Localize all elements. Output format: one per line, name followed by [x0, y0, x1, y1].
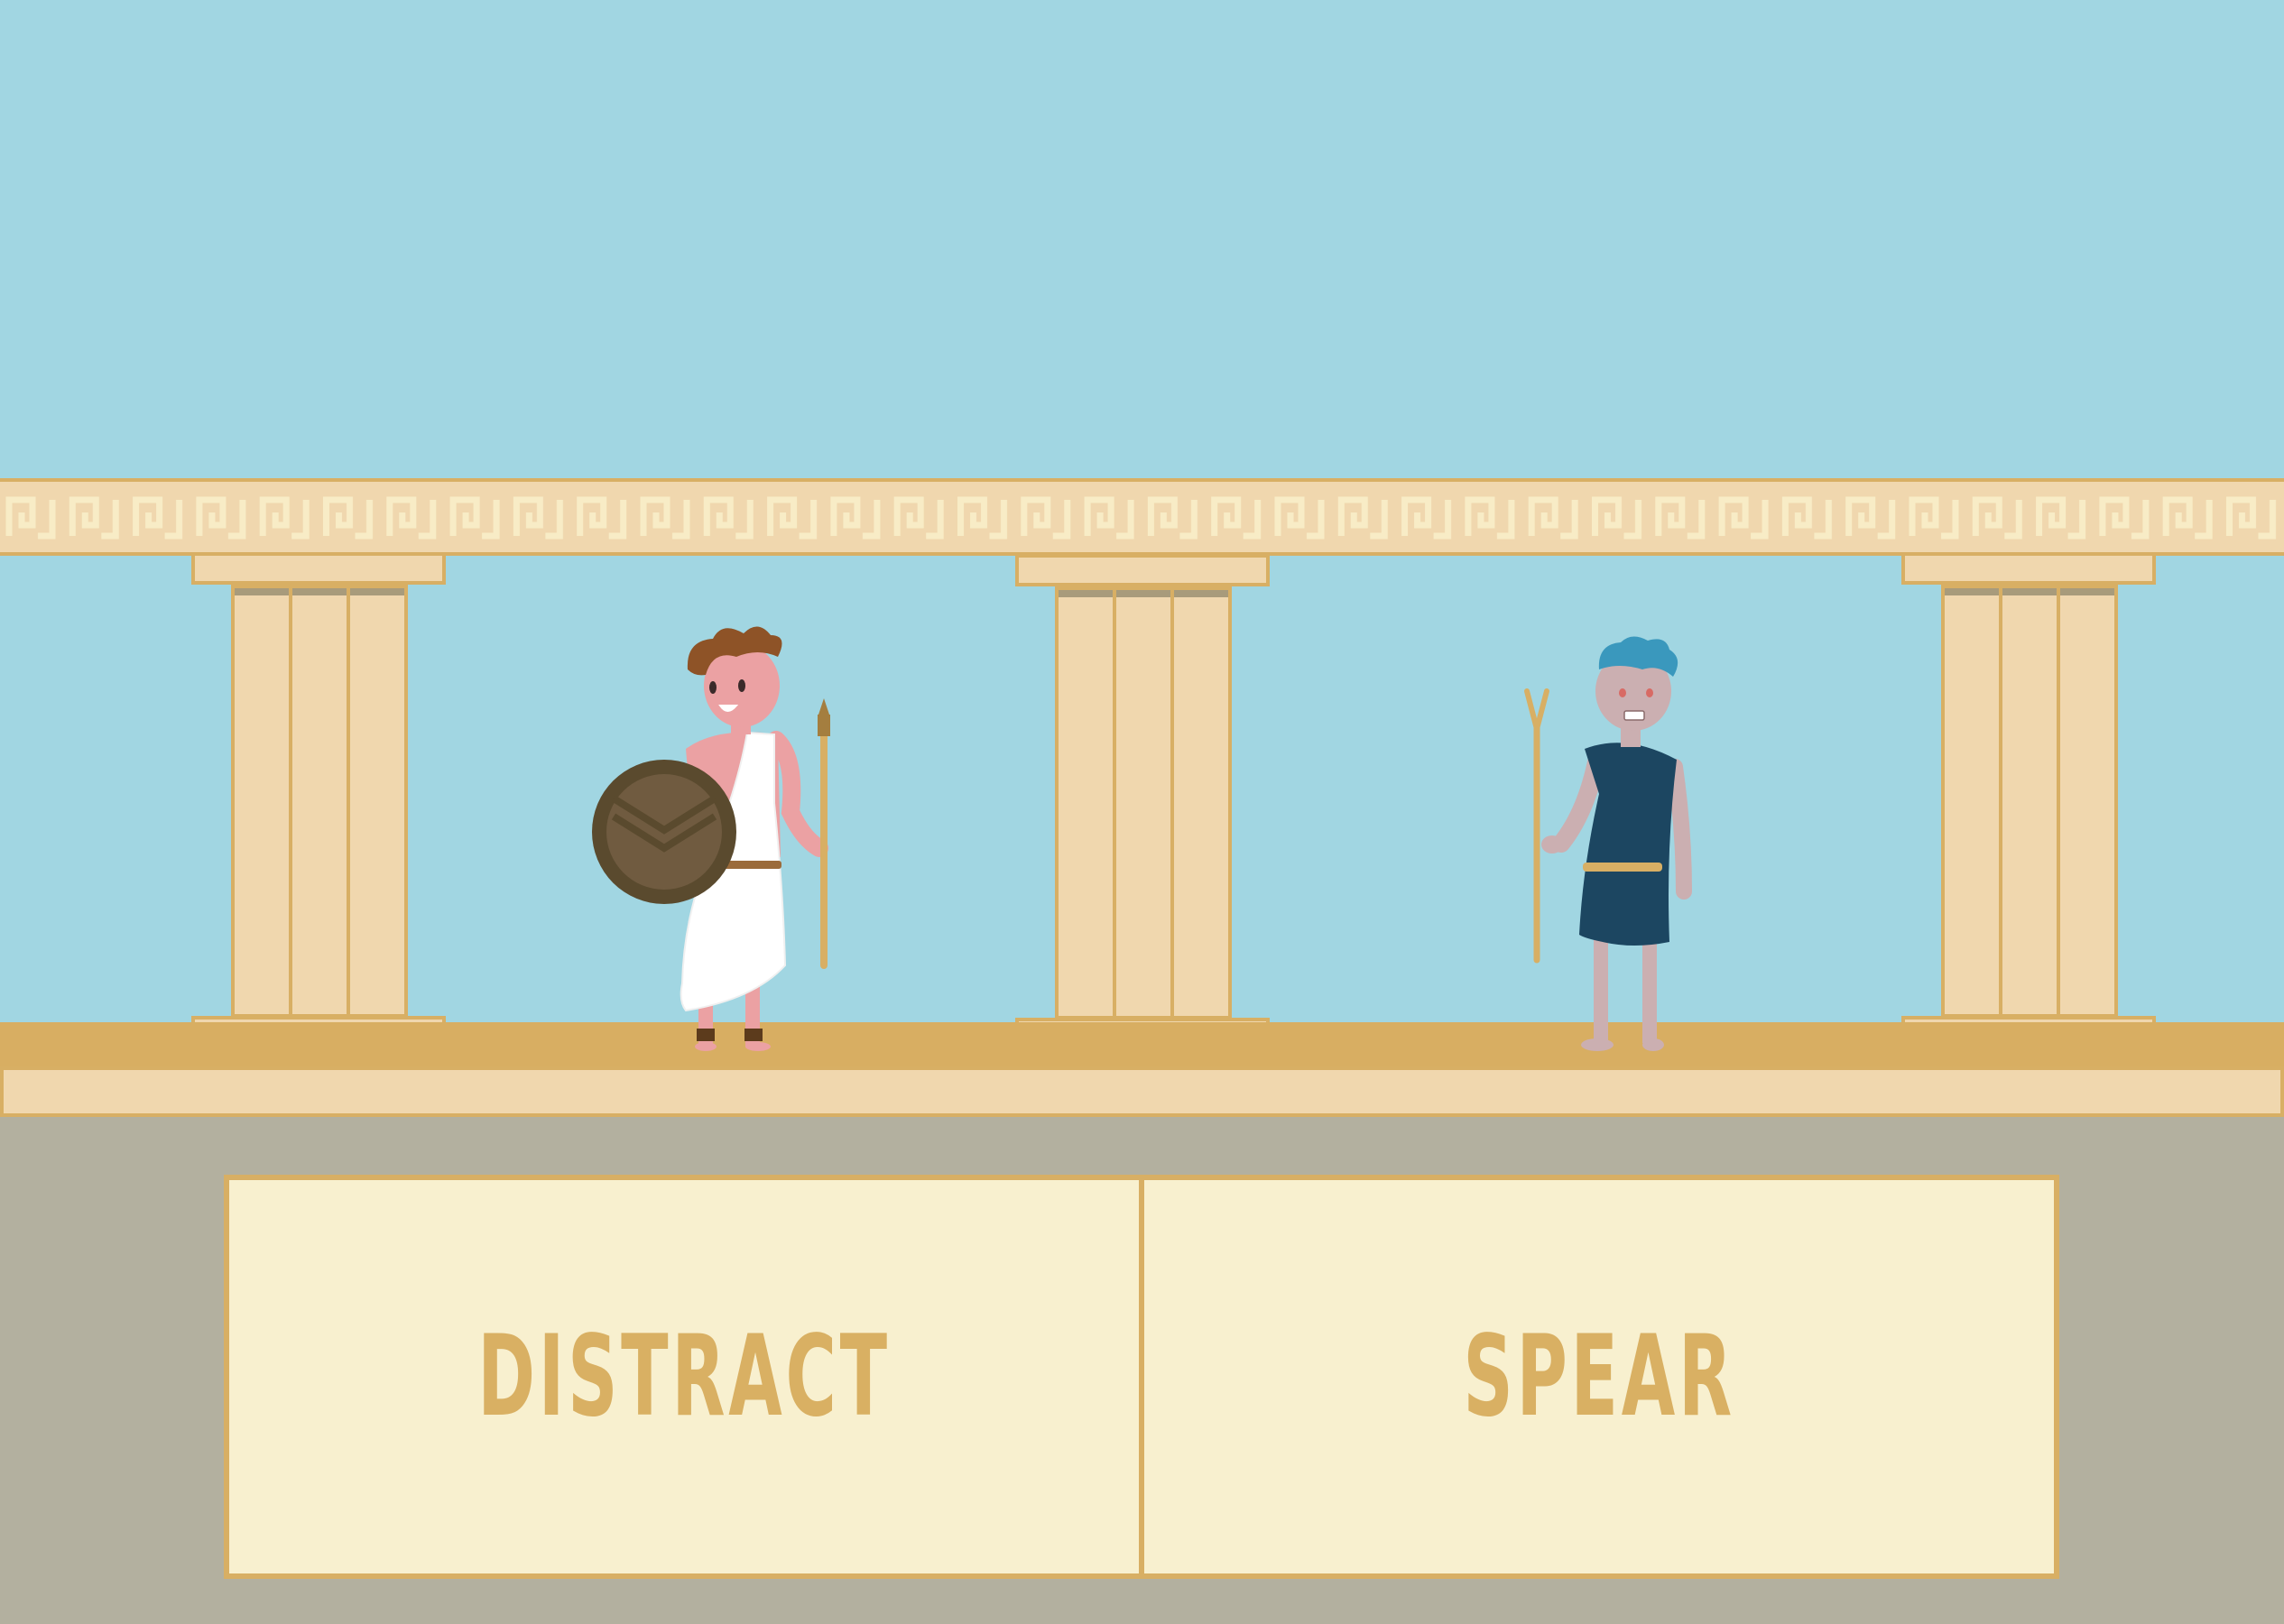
pitchfork-icon	[1524, 688, 1549, 964]
temple-floor	[0, 1022, 2284, 1069]
column-left	[191, 552, 453, 1050]
enemy-leg	[1642, 935, 1657, 1043]
choice-spear-label: SPEAR	[1463, 1312, 1735, 1442]
shield-icon	[592, 760, 736, 904]
choice-distract-button[interactable]: DISTRACT	[229, 1180, 1139, 1573]
enemy-tunic	[1579, 743, 1677, 946]
hero-arm	[767, 731, 828, 857]
column-right	[1901, 552, 2163, 1050]
enemy-arm	[1667, 759, 1692, 900]
hero-sandal	[697, 1029, 715, 1041]
spear-icon	[818, 698, 830, 969]
hero-character	[592, 626, 830, 1051]
choice-spear-button[interactable]: SPEAR	[1139, 1180, 2054, 1573]
enemy-belt	[1583, 863, 1662, 872]
greek-key-frieze	[0, 478, 2284, 556]
enemy-leg	[1594, 935, 1608, 1043]
temple-step	[0, 1066, 2284, 1117]
column-center	[1015, 554, 1277, 1052]
hero-sandal	[744, 1029, 763, 1041]
choice-panel: DISTRACT SPEAR	[224, 1175, 2059, 1579]
enemy-character	[1524, 636, 1692, 1051]
choice-distract-label: DISTRACT	[477, 1312, 891, 1442]
